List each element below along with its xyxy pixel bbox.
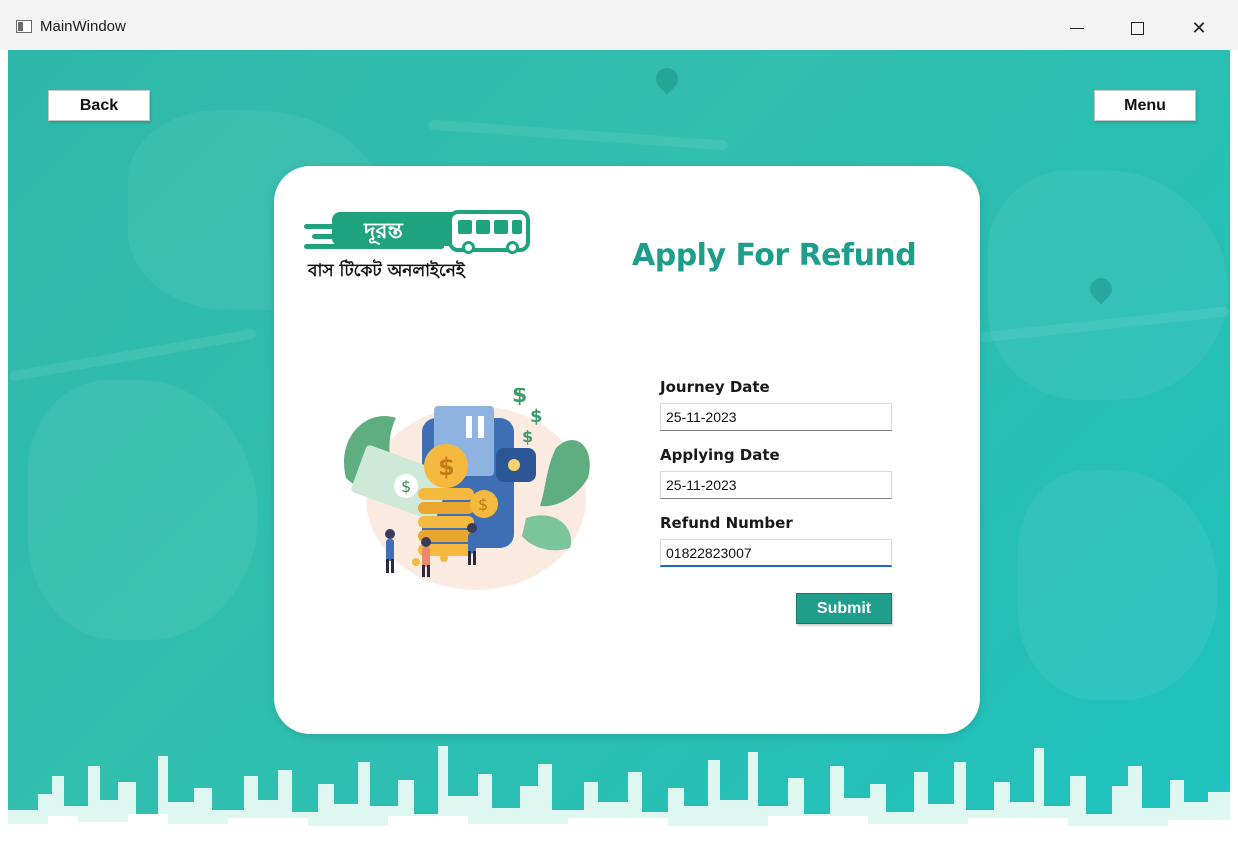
content-area: Back Menu দূরন্ত বাস টিকেট অনলাইনেই Appl… (8, 50, 1230, 836)
logo-tagline: বাস টিকেট অনলাইনেই (308, 261, 465, 281)
map-pin-icon (651, 63, 683, 95)
title-bar: MainWindow ✕ (0, 0, 1238, 50)
app-window-icon (16, 20, 32, 33)
maximize-button[interactable] (1114, 10, 1160, 46)
window-bottom-edge (0, 836, 1238, 858)
map-decoration (28, 380, 258, 640)
bus-icon (448, 210, 530, 254)
brand-logo: দূরন্ত বাস টিকেট অনলাইনেই (304, 210, 534, 288)
refund-wallet-illustration: $ $ $ $ $ $ (344, 388, 590, 590)
refund-number-label: Refund Number (660, 514, 793, 532)
svg-text:$: $ (512, 388, 527, 408)
map-road (428, 119, 728, 151)
maximize-icon (1130, 21, 1144, 35)
main-window: MainWindow ✕ Back Menu দূরন্ত বাস টিকেট … (0, 0, 1238, 858)
window-title: MainWindow (40, 18, 126, 35)
page-title: Apply For Refund (632, 238, 917, 273)
svg-text:$: $ (530, 406, 543, 427)
minimize-icon (1070, 27, 1084, 29)
menu-button[interactable]: Menu (1094, 90, 1196, 121)
minimize-button[interactable] (1054, 10, 1100, 46)
svg-text:$: $ (478, 495, 488, 514)
journey-date-label: Journey Date (660, 378, 770, 396)
svg-text:$: $ (401, 477, 411, 496)
submit-button[interactable]: Submit (796, 593, 892, 624)
applying-date-label: Applying Date (660, 446, 780, 464)
city-skyline (8, 746, 1230, 836)
back-button[interactable]: Back (48, 90, 150, 121)
refund-card: দূরন্ত বাস টিকেট অনলাইনেই Apply For Refu… (274, 166, 980, 734)
close-icon: ✕ (1191, 17, 1207, 39)
refund-number-input[interactable] (660, 539, 892, 567)
close-button[interactable]: ✕ (1176, 10, 1222, 46)
applying-date-input[interactable] (660, 471, 892, 499)
journey-date-input[interactable] (660, 403, 892, 431)
map-decoration (1018, 470, 1218, 700)
logo-brand-text: দূরন্ত (364, 219, 403, 244)
svg-text:$: $ (438, 453, 455, 481)
svg-text:$: $ (522, 427, 533, 446)
map-road (9, 328, 257, 382)
